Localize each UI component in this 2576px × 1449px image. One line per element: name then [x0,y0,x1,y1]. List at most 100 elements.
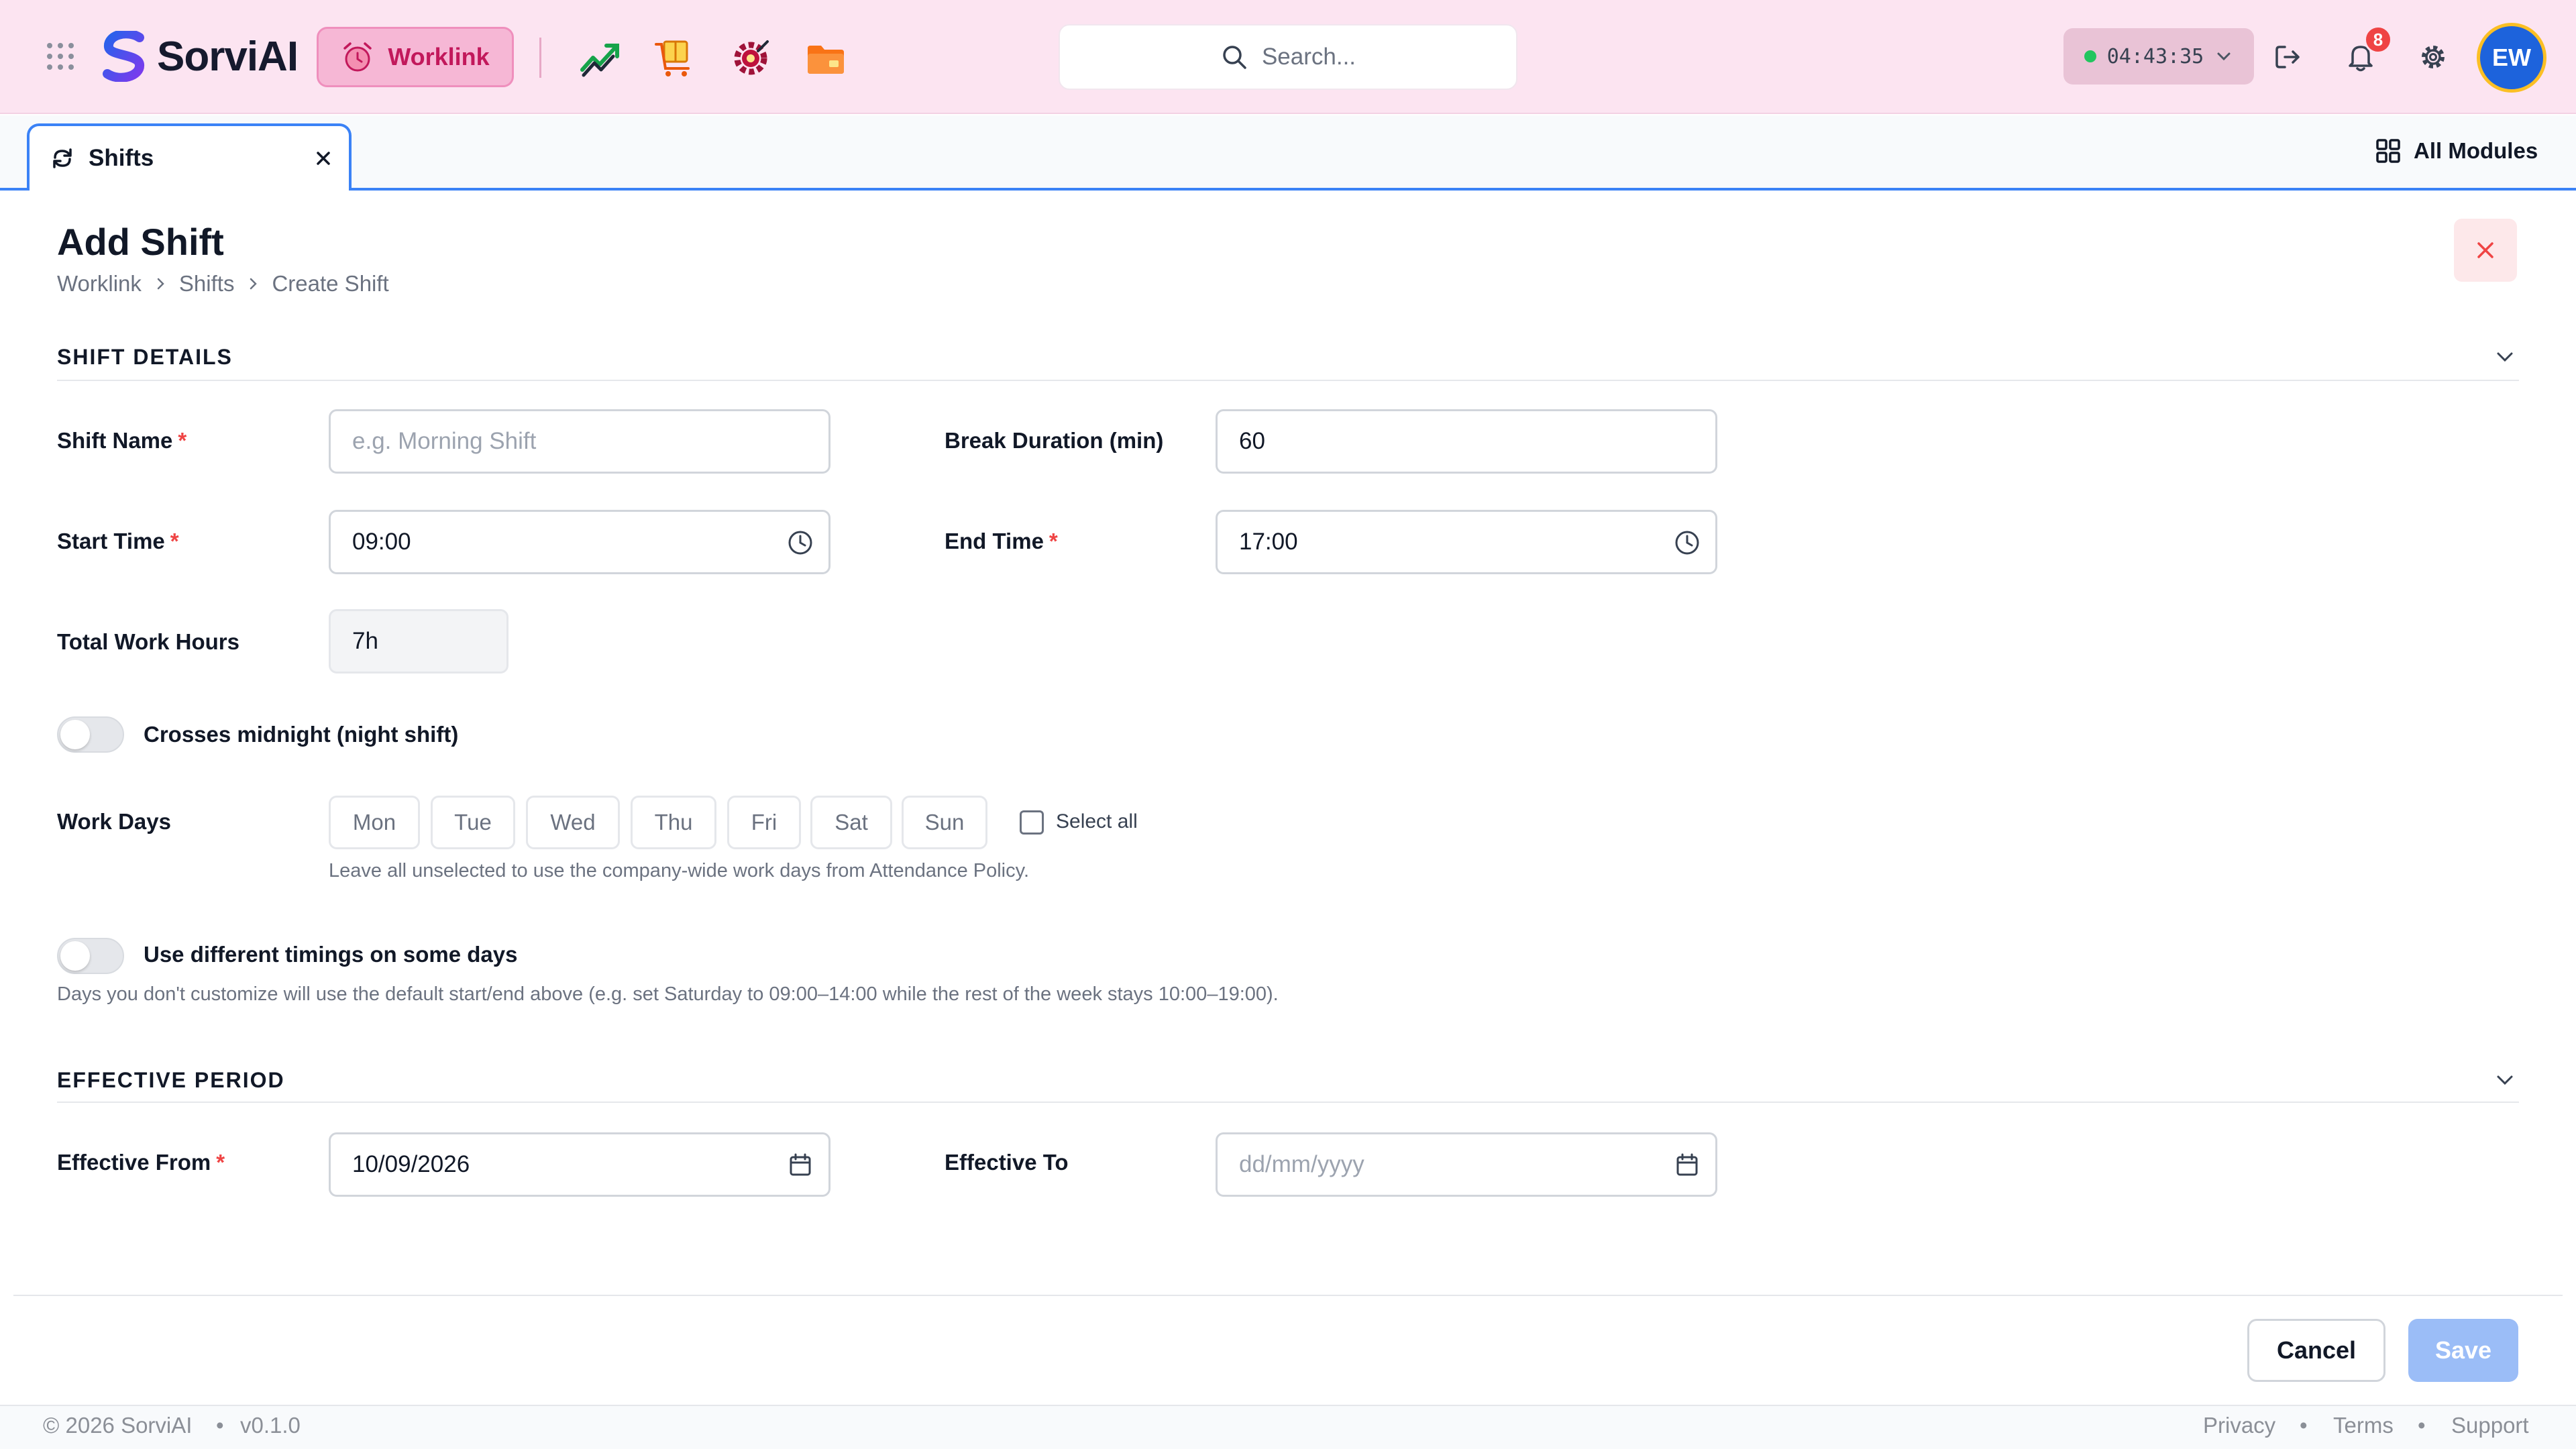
breadcrumb: Worklink Shifts Create Shift [57,271,389,297]
alarm-clock-icon [343,42,372,72]
total-work-hours-value: 7h [352,628,378,654]
crosses-midnight-toggle[interactable] [57,716,124,753]
total-work-hours-label: Total Work Hours [57,629,239,654]
bullet-separator: • [2418,1413,2426,1438]
break-duration-value: 60 [1239,428,1265,454]
form-footer-divider [13,1295,2563,1296]
package-cart-icon[interactable] [652,36,696,80]
shift-name-input[interactable]: e.g. Morning Shift [329,409,830,474]
day-tue[interactable]: Tue [431,796,515,849]
cancel-button[interactable]: Cancel [2247,1319,2385,1382]
tab-bar-underline [0,188,2576,191]
gear-target-icon[interactable] [729,36,773,80]
effective-from-label: Effective From * [57,1150,225,1175]
logout-icon[interactable] [2273,42,2304,72]
app-logo[interactable]: SorviAI [101,31,299,82]
search-icon [1223,46,1246,69]
worklink-module-chip[interactable]: Worklink [317,27,514,87]
toggle-knob [60,941,90,971]
day-thu[interactable]: Thu [631,796,716,849]
effective-to-placeholder: dd/mm/yyyy [1239,1151,1364,1177]
folder-icon[interactable] [804,36,848,80]
breadcrumb-worklink[interactable]: Worklink [57,271,142,297]
gear-icon[interactable] [2418,42,2449,72]
attendance-timer[interactable]: 04:43:35 [2063,28,2254,85]
chevron-down-icon[interactable] [2491,343,2518,370]
different-timings-label: Use different timings on some days [144,942,518,967]
end-time-value: 17:00 [1239,529,1298,555]
grid-icon [2376,139,2400,163]
divider [539,38,541,78]
privacy-link[interactable]: Privacy [2203,1413,2275,1438]
start-time-value: 09:00 [352,529,411,555]
bullet-separator: • [2300,1413,2308,1438]
section-title-effective-period: EFFECTIVE PERIOD [57,1068,285,1092]
chart-trend-icon[interactable] [578,36,623,80]
chevron-down-icon[interactable] [2491,1067,2518,1093]
total-work-hours-value-box: 7h [329,609,508,674]
close-form-button[interactable] [2454,219,2517,282]
app-name: SorviAI [157,33,299,80]
effective-from-value: 10/09/2026 [352,1151,470,1177]
close-icon[interactable] [311,146,335,170]
tab-shifts[interactable]: Shifts [27,123,352,191]
start-time-label: Start Time * [57,529,179,553]
chevron-right-icon [250,278,258,290]
end-time-input[interactable]: 17:00 [1216,510,1717,574]
day-mon[interactable]: Mon [329,796,420,849]
search-input[interactable]: Search... [1059,24,1517,90]
section-title-shift-details: SHIFT DETAILS [57,345,233,369]
chevron-right-icon [157,278,164,290]
active-module-label: Worklink [388,43,490,70]
effective-to-label: Effective To [945,1150,1069,1175]
avatar[interactable]: EW [2477,23,2546,93]
terms-link[interactable]: Terms [2333,1413,2394,1438]
refresh-icon [53,148,72,168]
calendar-icon[interactable] [1672,1150,1702,1180]
bottom-bar [0,1405,2576,1449]
work-days-label: Work Days [57,809,171,834]
clock-icon[interactable] [1672,528,1702,557]
different-timings-toggle[interactable] [57,938,124,974]
select-all-label[interactable]: Select all [1056,810,1138,833]
day-fri[interactable]: Fri [727,796,801,849]
notification-badge: 8 [2364,25,2392,54]
chevron-down-icon [2217,52,2231,61]
day-sun[interactable]: Sun [902,796,987,849]
breadcrumb-create-shift: Create Shift [272,271,389,296]
clock-icon[interactable] [786,528,815,557]
copyright: © 2026 SorviAI [43,1413,193,1438]
section-divider [57,1102,2519,1103]
timer-value: 04:43:35 [2106,44,2204,68]
section-divider [57,380,2519,381]
crosses-midnight-label: Crosses midnight (night shift) [144,722,459,747]
calendar-icon[interactable] [786,1150,815,1180]
status-dot [2084,50,2096,62]
day-sat[interactable]: Sat [810,796,892,849]
effective-to-input[interactable]: dd/mm/yyyy [1216,1132,1717,1197]
shift-name-label: Shift Name * [57,428,187,453]
save-button[interactable]: Save [2408,1319,2518,1382]
toggle-knob [60,720,90,749]
all-modules-button[interactable]: All Modules [2375,134,2538,168]
end-time-label: End Time * [945,529,1058,553]
support-link[interactable]: Support [2451,1413,2529,1438]
all-modules-label: All Modules [2414,138,2538,163]
start-time-input[interactable]: 09:00 [329,510,830,574]
bullet-separator: • [216,1413,224,1438]
shift-name-placeholder: e.g. Morning Shift [352,428,537,454]
breadcrumb-shifts[interactable]: Shifts [179,271,235,297]
break-duration-label: Break Duration (min) [945,428,1164,453]
close-icon [2477,242,2493,258]
different-timings-hint: Days you don't customize will use the de… [57,983,1279,1005]
page-title: Add Shift [57,221,224,263]
sorvi-logo-icon [103,31,144,82]
effective-from-input[interactable]: 10/09/2026 [329,1132,830,1197]
work-days-hint: Leave all unselected to use the company-… [329,860,1030,881]
app-grid-icon[interactable] [46,42,75,71]
search-placeholder: Search... [1261,44,1356,70]
break-duration-input[interactable]: 60 [1216,409,1717,474]
select-all-checkbox[interactable] [1020,810,1044,835]
tab-label: Shifts [89,145,154,171]
day-wed[interactable]: Wed [526,796,620,849]
